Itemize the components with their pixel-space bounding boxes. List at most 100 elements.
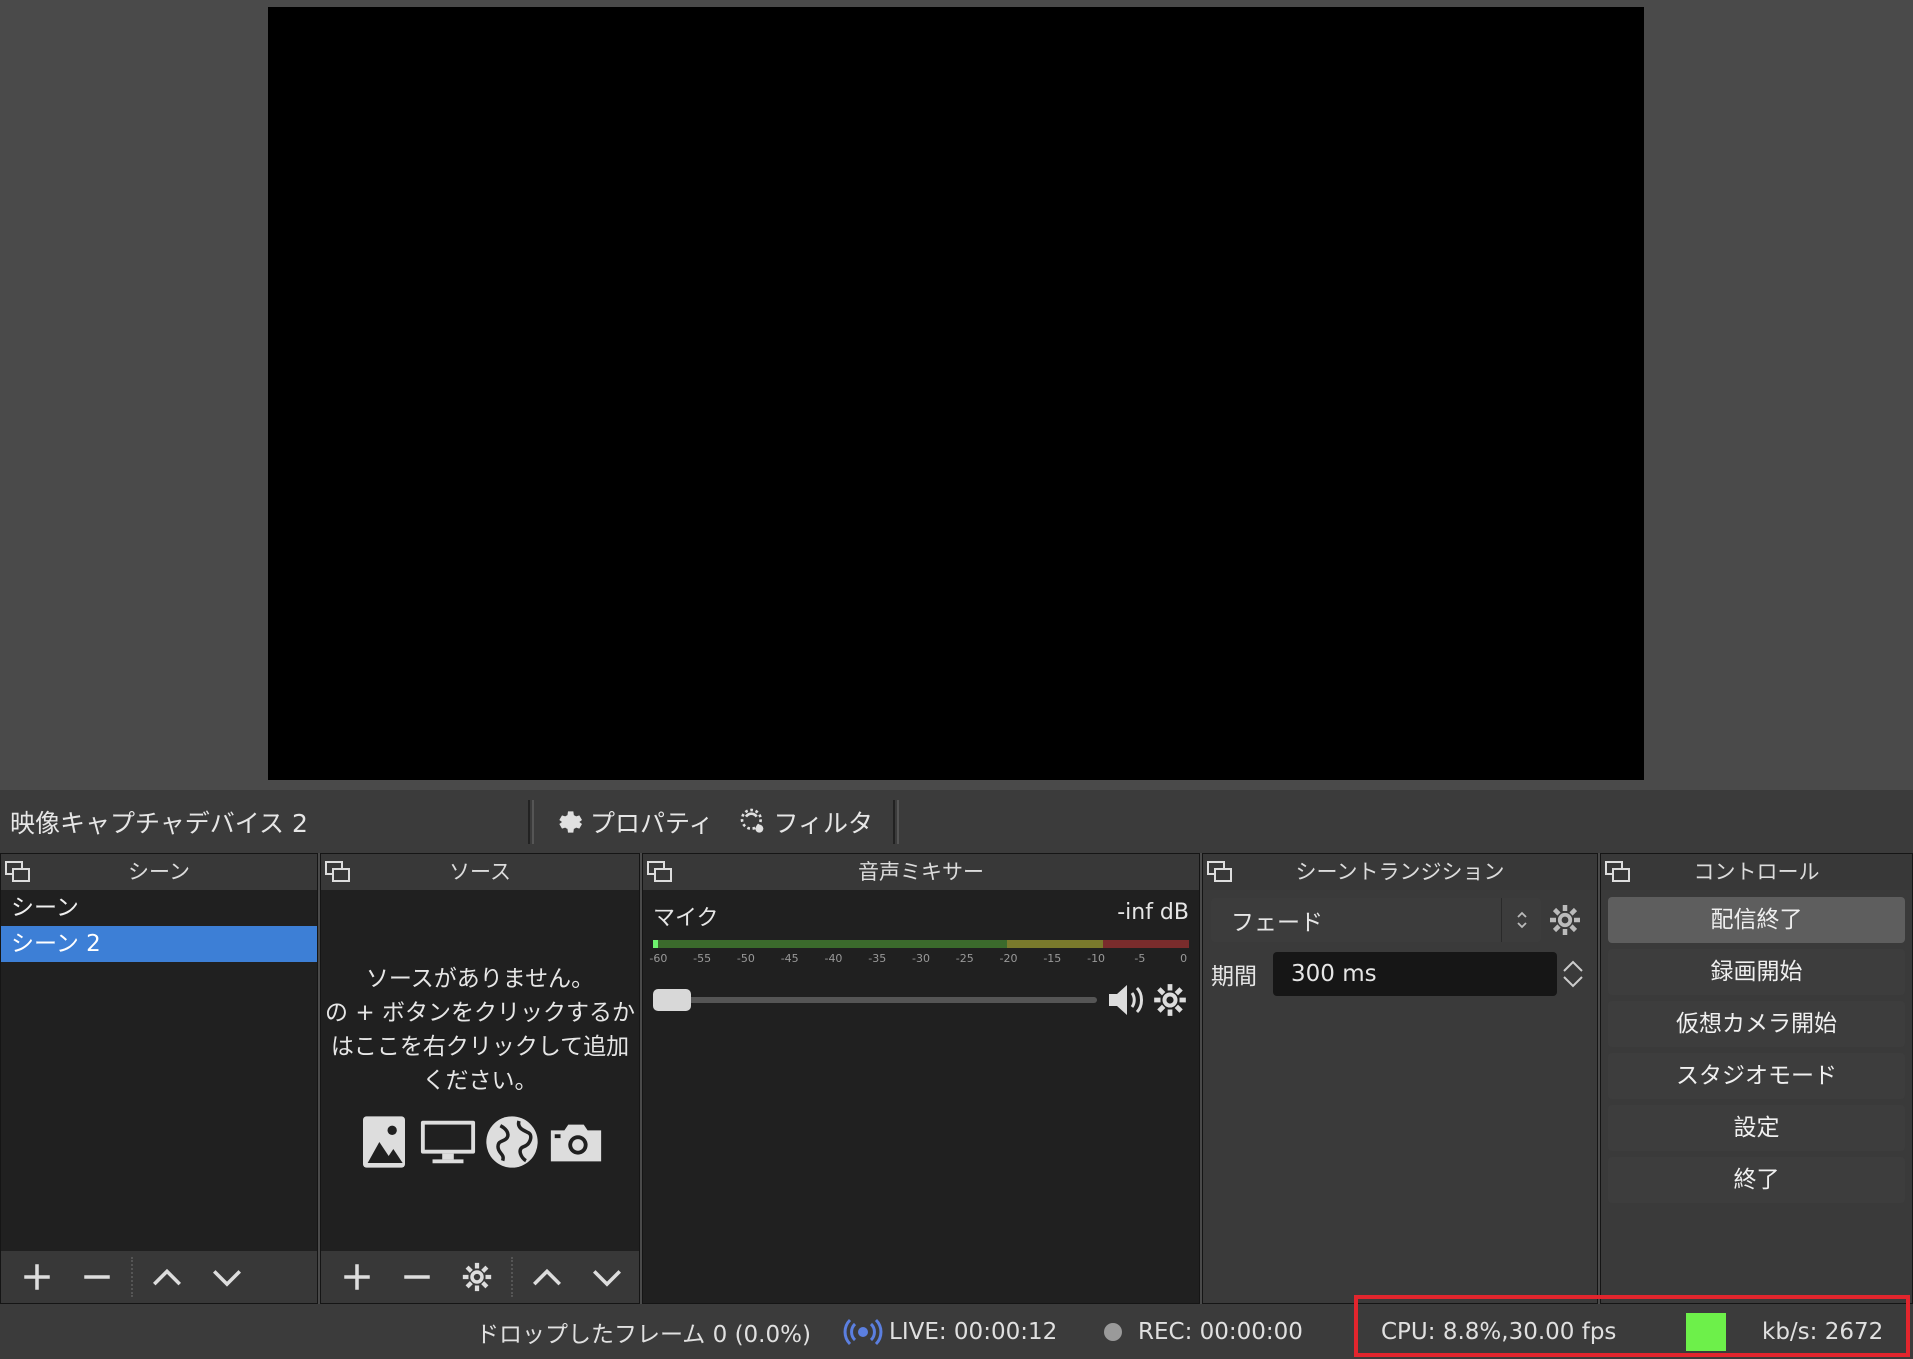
channel-level: -inf dB [1117,900,1189,925]
controls-body: 配信終了 録画開始 仮想カメラ開始 スタジオモード 設定 終了 [1601,890,1912,1303]
empty-sources-message: ソースがありません。 の + ボタンをクリックするか はここを右クリックして追加… [321,962,639,1170]
move-scene-up-button[interactable] [137,1251,197,1303]
volume-slider-handle[interactable] [653,989,691,1011]
remove-scene-button[interactable] [67,1251,127,1303]
meter-peak [653,940,658,948]
meter-tick-label: -35 [868,952,887,965]
plus-icon [344,1264,370,1290]
start-virtual-camera-button[interactable]: 仮想カメラ開始 [1608,1001,1905,1047]
live-time: LIVE: 00:00:12 [889,1318,1058,1345]
sources-dock: ソース ソースがありません。 の + ボタンをクリックするか はここを右クリック… [320,853,640,1304]
meter-tick-label: -5 [1134,952,1146,965]
properties-button[interactable]: プロパティ [542,800,726,844]
meter-ticks: -60 -55 -50 -45 -40 -35 -30 -25 -20 -15 -10 -5 0 [649,948,1189,968]
highlight-box [1354,1295,1910,1357]
controls-dock: コントロール 配信終了 録画開始 仮想カメラ開始 スタジオモード 設定 終了 [1600,853,1913,1304]
exit-button[interactable]: 終了 [1608,1157,1905,1203]
undock-icon[interactable] [1207,861,1233,883]
filters-label: フィルタ [773,808,874,838]
undock-icon[interactable] [647,861,673,883]
audio-mixer-dock: 音声ミキサー マイク -inf dB -60 -55 -50 -45 -40 -35 -30… [642,853,1200,1304]
scene-transitions-dock: シーントランジション フェード 期間 300 ms [1202,853,1598,1304]
move-source-up-button[interactable] [517,1251,577,1303]
add-scene-button[interactable] [7,1251,67,1303]
broadcast-icon [843,1318,883,1345]
undock-icon[interactable] [1605,861,1631,883]
stop-streaming-button[interactable]: 配信終了 [1608,897,1905,943]
transitions-body: フェード 期間 300 ms [1203,890,1597,1303]
meter-tick-label: 0 [1180,952,1188,965]
undock-icon[interactable] [325,861,351,883]
image-icon [363,1116,405,1168]
meter-tick-label: -20 [999,952,1018,965]
duration-label: 期間 [1211,964,1257,990]
speaker-icon[interactable] [1105,980,1151,1020]
gear-icon [462,1262,492,1292]
source-context-bar: 映像キャプチャデバイス 2 プロパティ フィルタ [0,790,1913,853]
filters-button[interactable]: フィルタ [726,800,886,844]
meter-tick-label: -30 [912,952,930,965]
rec-status: REC: 00:00:00 [1104,1304,1303,1359]
sources-title: ソース [449,860,511,884]
rec-time: REC: 00:00:00 [1138,1318,1303,1345]
sources-toolbar [321,1251,639,1303]
scenes-toolbar [1,1251,317,1303]
gear-icon[interactable] [1151,981,1189,1019]
live-status: LIVE: 00:00:12 [843,1304,1057,1359]
scene-item[interactable]: シーン [1,890,317,926]
display-icon [420,1120,476,1164]
meter-tick-label: -60 [649,952,668,965]
chevron-down-icon [212,1270,242,1287]
channel-name: マイク [653,906,719,931]
controls-dock-header: コントロール [1601,854,1912,890]
source-list[interactable]: ソースがありません。 の + ボタンをクリックするか はここを右クリックして追加… [321,890,639,1303]
minus-icon [404,1275,430,1279]
duration-input[interactable]: 300 ms [1273,952,1557,996]
scene-item-selected[interactable]: シーン 2 [1,926,317,962]
transition-select[interactable]: フェード [1211,898,1541,942]
toolbar-divider [131,1257,133,1297]
settings-button[interactable]: 設定 [1608,1105,1905,1151]
meter-tick-label: -40 [824,952,843,965]
meter-tick-label: -25 [955,952,974,965]
transitions-dock-header: シーントランジション [1203,854,1597,890]
volume-meter [653,940,1189,948]
start-recording-button[interactable]: 録画開始 [1608,949,1905,995]
add-source-button[interactable] [327,1251,387,1303]
chevron-down-icon [592,1270,622,1287]
chevron-up-icon [532,1268,562,1286]
preview-canvas[interactable] [268,7,1644,780]
meter-tick-label: -55 [693,952,712,965]
scene-list: シーン シーン 2 [1,890,317,1303]
mixer-channel: マイク -inf dB -60 -55 -50 -45 -40 -35 -30 -25 -20-… [649,900,1189,1020]
remove-source-button[interactable] [387,1251,447,1303]
transition-selected: フェード [1231,910,1323,936]
sources-dock-header: ソース [321,854,639,890]
chevron-down-icon[interactable] [1561,974,1585,990]
volume-slider[interactable] [653,989,1097,1011]
mixer-body: マイク -inf dB -60 -55 -50 -45 -40 -35 -30 -25 -20-… [643,890,1199,1303]
meter-tick-label: -10 [1087,952,1106,965]
empty-line: ソースがありません。 [365,966,595,992]
studio-mode-button[interactable]: スタジオモード [1608,1053,1905,1099]
duration-value: 300 ms [1291,961,1377,987]
divider [528,799,534,844]
filter-icon [740,808,763,833]
meter-tick-label: -15 [1043,952,1062,965]
selected-source-name: 映像キャプチャデバイス 2 [10,808,308,838]
empty-line: はここを右クリックして追加 [330,1034,630,1060]
move-scene-down-button[interactable] [197,1251,257,1303]
transition-settings-button[interactable] [1541,898,1589,942]
dropped-frames: ドロップしたフレーム 0 (0.0%) [476,1321,811,1348]
source-properties-button[interactable] [447,1251,507,1303]
scenes-dock: シーン シーン シーン 2 [0,853,318,1304]
camera-icon [550,1124,602,1162]
source-type-icons [321,1114,639,1170]
transitions-title: シーントランジション [1295,860,1505,884]
move-source-down-button[interactable] [577,1251,637,1303]
properties-label: プロパティ [590,808,714,838]
duration-stepper[interactable] [1557,952,1589,996]
undock-icon[interactable] [5,861,31,883]
plus-icon [24,1264,50,1290]
chevron-up-icon[interactable] [1561,958,1585,974]
